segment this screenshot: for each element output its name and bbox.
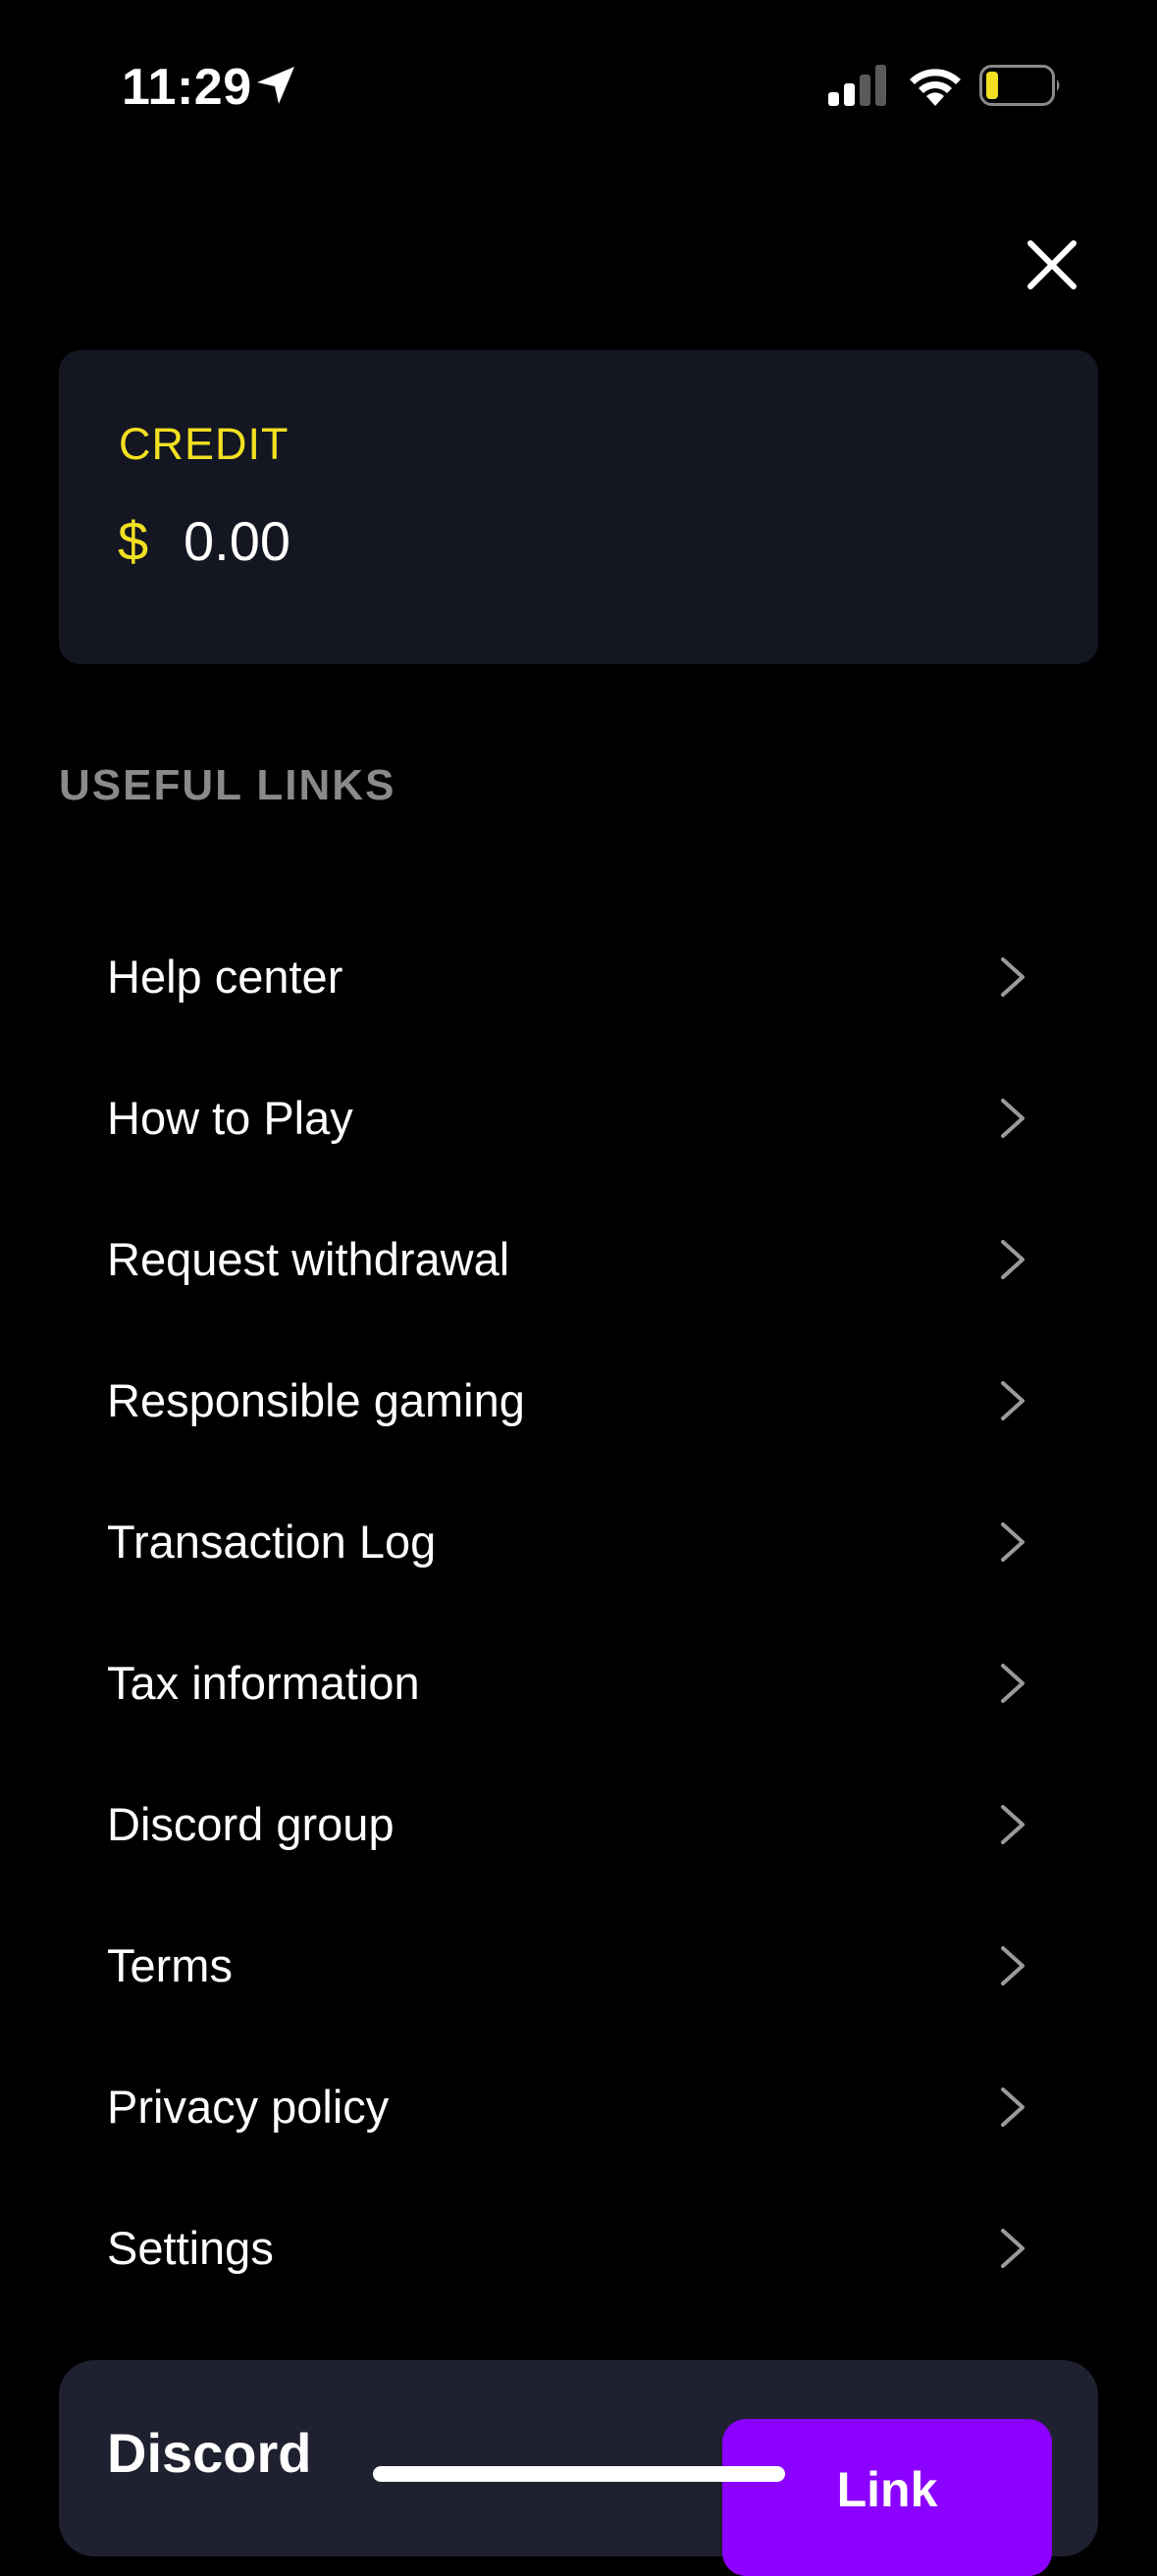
discord-link-button[interactable]: Link: [722, 2419, 1052, 2576]
link-help-center[interactable]: Help center: [59, 902, 1098, 1044]
discord-title: Discord: [107, 2422, 312, 2484]
chevron-right-icon: [1001, 1522, 1025, 1562]
wifi-icon: [910, 69, 961, 106]
chevron-right-icon: [1001, 1099, 1025, 1138]
link-label: Transaction Log: [107, 1516, 437, 1568]
chevron-right-icon: [1001, 2087, 1025, 2127]
chevron-right-icon: [1001, 1381, 1025, 1420]
useful-links-title: USEFUL LINKS: [59, 761, 396, 809]
link-privacy-policy[interactable]: Privacy policy: [59, 2033, 1098, 2174]
useful-links-list: Help center How to Play Request withdraw…: [59, 902, 1098, 2315]
close-button[interactable]: [1019, 232, 1085, 298]
link-label: Settings: [107, 2222, 274, 2274]
link-label: Help center: [107, 951, 343, 1003]
link-discord-group[interactable]: Discord group: [59, 1750, 1098, 1891]
credit-currency-symbol: $: [118, 510, 149, 572]
chevron-right-icon: [1001, 1805, 1025, 1844]
status-bar: 11:29: [0, 0, 1157, 157]
link-label: Privacy policy: [107, 2081, 390, 2133]
close-icon: [1027, 240, 1077, 289]
credit-card: CREDIT $ 0.00: [59, 350, 1098, 664]
link-request-withdrawal[interactable]: Request withdrawal: [59, 1185, 1098, 1326]
chevron-right-icon: [1001, 957, 1025, 997]
link-settings[interactable]: Settings: [59, 2174, 1098, 2315]
link-label: Request withdrawal: [107, 1233, 510, 1285]
chevron-right-icon: [1001, 1664, 1025, 1703]
credit-amount: 0.00: [184, 510, 290, 572]
link-terms[interactable]: Terms: [59, 1891, 1098, 2033]
link-label: Terms: [107, 1939, 233, 1991]
home-indicator: [373, 2466, 785, 2482]
credit-label: CREDIT: [119, 419, 289, 469]
discord-card: Discord Link: [59, 2360, 1098, 2576]
location-arrow-icon: [257, 67, 294, 104]
chevron-right-icon: [1001, 1240, 1025, 1279]
battery-icon: [979, 65, 1060, 106]
link-label: How to Play: [107, 1092, 353, 1144]
chevron-right-icon: [1001, 2229, 1025, 2268]
status-time: 11:29: [122, 59, 252, 116]
cellular-signal-icon: [828, 65, 886, 106]
chevron-right-icon: [1001, 1946, 1025, 1985]
link-label: Tax information: [107, 1657, 420, 1709]
link-label: Discord group: [107, 1798, 394, 1850]
link-how-to-play[interactable]: How to Play: [59, 1044, 1098, 1185]
link-transaction-log[interactable]: Transaction Log: [59, 1468, 1098, 1609]
link-responsible-gaming[interactable]: Responsible gaming: [59, 1326, 1098, 1468]
link-tax-information[interactable]: Tax information: [59, 1609, 1098, 1750]
link-label: Responsible gaming: [107, 1374, 525, 1426]
